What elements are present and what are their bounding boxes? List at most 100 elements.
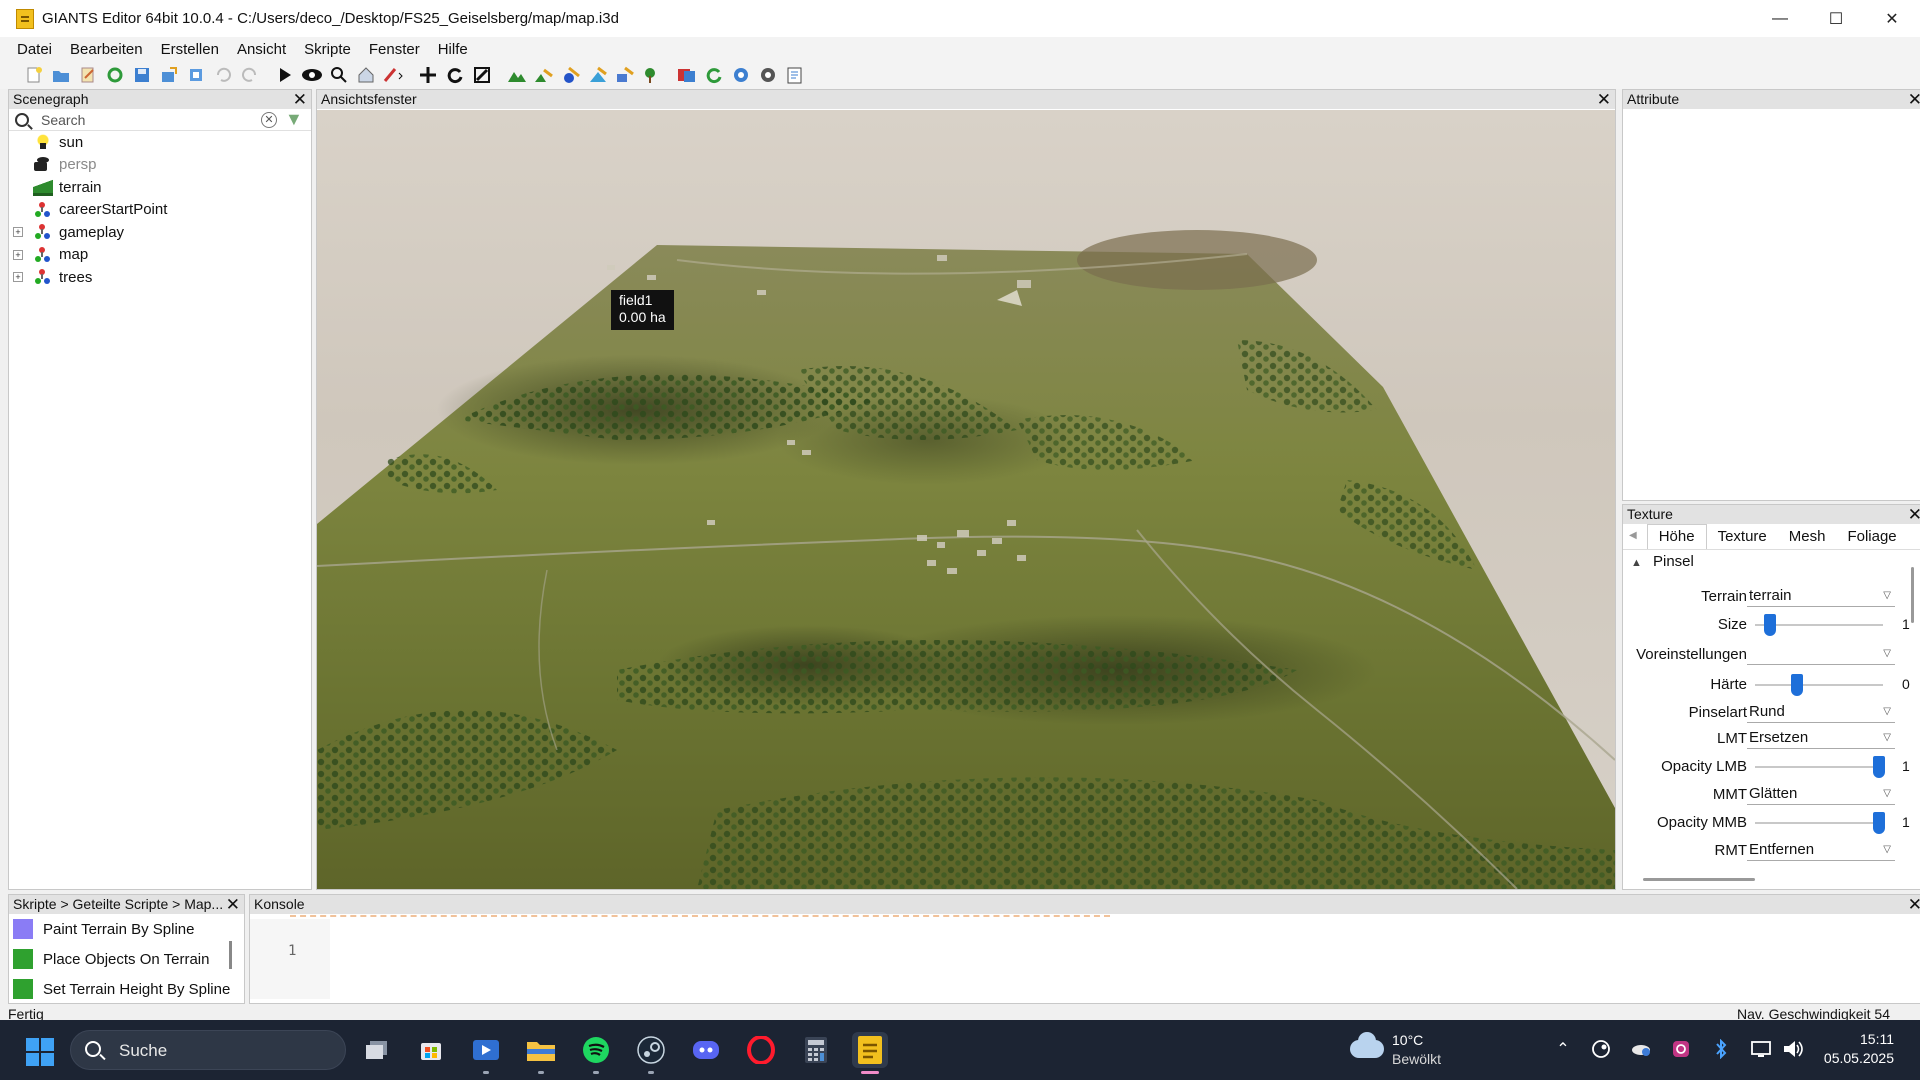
menu-datei[interactable]: Datei — [8, 41, 61, 58]
rmt-dropdown[interactable]: Entfernen ▽ — [1747, 840, 1895, 861]
terrain-sculpt-icon[interactable] — [505, 64, 528, 86]
vertical-scrollbar[interactable] — [1911, 567, 1914, 623]
onedrive-icon[interactable] — [1630, 1039, 1652, 1061]
new-file-icon[interactable] — [22, 64, 45, 86]
steam-icon[interactable] — [633, 1032, 669, 1074]
expand-icon[interactable]: + — [13, 272, 23, 283]
scripts-scrollbar[interactable] — [229, 941, 232, 969]
terrain-dropdown[interactable]: terrain ▽ — [1747, 586, 1895, 607]
chevron-up-icon[interactable]: ⌃ — [1552, 1039, 1574, 1061]
start-button[interactable] — [26, 1038, 54, 1066]
tab-scroll-left-icon[interactable]: ◀ — [1629, 530, 1637, 541]
foliage-icon[interactable] — [586, 64, 609, 86]
rotate-icon[interactable] — [443, 64, 466, 86]
slider-thumb[interactable] — [1873, 756, 1886, 778]
sync-icon[interactable] — [729, 64, 752, 86]
slider-thumb[interactable] — [1764, 614, 1777, 636]
save-icon[interactable] — [130, 64, 153, 86]
expand-icon[interactable]: + — [13, 249, 23, 260]
zoom-icon[interactable] — [327, 64, 350, 86]
menu-fenster[interactable]: Fenster — [360, 41, 429, 58]
horizontal-scrollbar[interactable] — [1643, 878, 1755, 881]
bluetooth-icon[interactable] — [1710, 1038, 1732, 1061]
reload-icon[interactable] — [702, 64, 725, 86]
home-icon[interactable] — [354, 64, 377, 86]
opacity-lmb-value[interactable]: 1 — [1902, 758, 1910, 774]
settings-icon[interactable] — [756, 64, 779, 86]
tab-hoehe[interactable]: Höhe — [1646, 524, 1707, 549]
export-icon[interactable] — [157, 64, 180, 86]
refresh-icon[interactable] — [103, 64, 126, 86]
network-icon[interactable] — [1750, 1039, 1772, 1061]
giants-editor-icon[interactable] — [852, 1032, 888, 1074]
script-icon[interactable] — [783, 64, 806, 86]
close-button[interactable]: ✕ — [1864, 0, 1920, 37]
menu-bearbeiten[interactable]: Bearbeiten — [61, 41, 152, 58]
edit-icon[interactable] — [76, 64, 99, 86]
texture-icon[interactable] — [675, 64, 698, 86]
opera-icon[interactable] — [743, 1032, 779, 1068]
close-icon[interactable]: ✕ — [226, 895, 240, 914]
console-input[interactable] — [334, 921, 1920, 1003]
tree-item-map[interactable]: + map — [9, 244, 311, 267]
viewport-3d-view[interactable]: field1 0.00 ha — [317, 110, 1615, 889]
tree-item-sun[interactable]: sun — [9, 131, 311, 154]
tree-item-trees[interactable]: + trees — [9, 266, 311, 289]
slider-thumb[interactable] — [1873, 812, 1886, 834]
script-item-set-terrain-height[interactable]: Set Terrain Height By Spline — [9, 974, 244, 1004]
close-icon[interactable]: ✕ — [1908, 90, 1920, 109]
volume-icon[interactable] — [1782, 1039, 1804, 1061]
script-item-place-objects[interactable]: Place Objects On Terrain — [9, 944, 244, 974]
clear-icon[interactable]: ✕ — [261, 112, 277, 128]
haerte-slider[interactable] — [1755, 674, 1883, 696]
minimize-button[interactable]: — — [1752, 0, 1808, 37]
tab-foliage[interactable]: Foliage — [1836, 528, 1907, 549]
expand-icon[interactable]: + — [13, 227, 23, 238]
file-explorer-icon[interactable] — [523, 1032, 559, 1074]
close-icon[interactable]: ✕ — [293, 90, 307, 109]
script-item-paint-terrain[interactable]: Paint Terrain By Spline — [9, 914, 244, 944]
close-icon[interactable]: ✕ — [1908, 895, 1920, 914]
undo-icon[interactable] — [211, 64, 234, 86]
menu-ansicht[interactable]: Ansicht — [228, 41, 295, 58]
task-view-icon[interactable] — [359, 1032, 395, 1068]
taskbar-search[interactable]: Suche — [70, 1030, 346, 1070]
eye-icon[interactable] — [300, 64, 323, 86]
menu-skripte[interactable]: Skripte — [295, 41, 360, 58]
play-icon[interactable] — [273, 64, 296, 86]
size-value[interactable]: 1 — [1902, 616, 1910, 632]
tab-more[interactable]: I — [1908, 528, 1920, 549]
placement-icon[interactable] — [559, 64, 582, 86]
calculator-icon[interactable] — [798, 1032, 834, 1068]
filter-icon[interactable]: ▼ — [285, 110, 305, 129]
lmt-dropdown[interactable]: Ersetzen ▽ — [1747, 728, 1895, 749]
media-player-icon[interactable] — [468, 1032, 504, 1074]
tree-paint-icon[interactable] — [640, 64, 663, 86]
opacity-mmb-slider[interactable] — [1755, 812, 1886, 834]
scale-icon[interactable] — [470, 64, 493, 86]
tree-item-gameplay[interactable]: + gameplay — [9, 221, 311, 244]
maximize-button[interactable]: ☐ — [1808, 0, 1864, 37]
instagram-tray-icon[interactable] — [1670, 1039, 1692, 1061]
tab-texture[interactable]: Texture — [1707, 528, 1778, 549]
clock[interactable]: 15:11 05.05.2025 — [1824, 1030, 1894, 1068]
decal-icon[interactable] — [613, 64, 636, 86]
close-icon[interactable]: ✕ — [1908, 505, 1920, 524]
voreinstellungen-dropdown[interactable]: ▽ — [1747, 644, 1895, 665]
redo-icon[interactable] — [238, 64, 261, 86]
pinsel-section-header[interactable]: ▲ Pinsel — [1623, 550, 1920, 574]
tree-item-persp[interactable]: persp — [9, 154, 311, 177]
spotify-icon[interactable] — [578, 1032, 614, 1074]
search-input[interactable]: Search ✕ ▼ — [9, 109, 311, 131]
pinselart-dropdown[interactable]: Rund ▽ — [1747, 702, 1895, 723]
tree-item-terrain[interactable]: terrain — [9, 176, 311, 199]
move-icon[interactable] — [416, 64, 439, 86]
slider-thumb[interactable] — [1791, 674, 1804, 696]
snap-icon[interactable] — [381, 64, 404, 86]
opacity-lmb-slider[interactable] — [1755, 756, 1886, 778]
open-folder-icon[interactable] — [49, 64, 72, 86]
haerte-value[interactable]: 0 — [1902, 676, 1910, 692]
tab-mesh[interactable]: Mesh — [1778, 528, 1837, 549]
menu-erstellen[interactable]: Erstellen — [152, 41, 228, 58]
store-icon[interactable] — [413, 1032, 449, 1068]
